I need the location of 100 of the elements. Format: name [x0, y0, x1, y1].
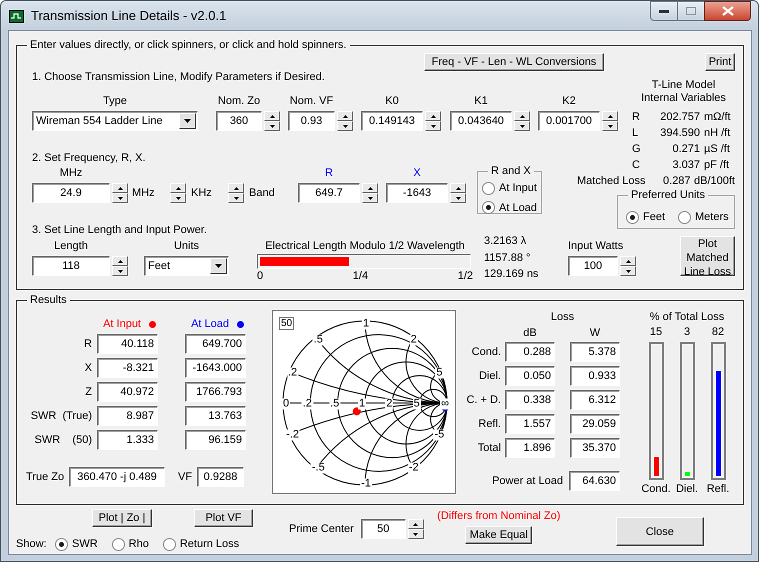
row-label: Total — [476, 440, 501, 456]
parameter-field[interactable]: 360 — [216, 111, 262, 131]
app-icon — [9, 10, 24, 23]
scale-label: 0 — [257, 270, 264, 283]
spin-down-button[interactable] — [264, 121, 280, 131]
model-title: T-Line Model Internal Variables — [640, 79, 727, 105]
spin-up-button[interactable] — [170, 183, 186, 193]
smith-scale-label: .2 — [286, 368, 298, 379]
spin-up-button[interactable] — [362, 183, 378, 193]
loss-field: 6.312 — [570, 390, 620, 410]
down-arrow-icon — [118, 270, 122, 272]
power-at-load-field: 64.630 — [569, 471, 620, 491]
parameter-field[interactable]: 0.149143 — [361, 111, 423, 131]
field-label: Prime Center — [289, 522, 354, 537]
prime-center-field[interactable]: 50 — [360, 519, 406, 539]
down-arrow-icon — [176, 196, 180, 200]
make-equal-button[interactable]: Make Equal — [465, 526, 532, 544]
spin-up-button[interactable] — [228, 183, 244, 193]
parameter-field[interactable]: 0.93 — [288, 111, 335, 131]
vf-field: 0.9288 — [197, 467, 244, 487]
down-arrow-icon — [430, 124, 436, 128]
smith-scale-label: -2 — [408, 462, 420, 474]
variable-unit: nH /ft — [704, 126, 730, 141]
radio-option[interactable]: Rho — [112, 537, 149, 551]
loss-field: 5.378 — [570, 342, 620, 362]
smith-scale-label: 2 — [385, 398, 394, 410]
line-type-dropdown[interactable]: Wireman 554 Ladder Line — [32, 111, 198, 131]
spin-down-button[interactable] — [228, 193, 244, 203]
step-heading: 3. Set Line Length and Input Power. — [32, 223, 208, 237]
down-arrow-icon — [608, 124, 612, 128]
impedance-field[interactable]: -1643 — [386, 183, 448, 203]
spin-down-button[interactable] — [112, 193, 128, 203]
result-field: 13.763 — [185, 406, 246, 426]
down-arrow-icon — [368, 196, 372, 200]
spin-up-button[interactable] — [112, 183, 128, 193]
plot-vf-button[interactable]: Plot VF — [194, 509, 253, 527]
parameter-field[interactable]: 0.043640 — [450, 111, 512, 131]
maximize-button[interactable] — [678, 1, 704, 21]
minimize-icon — [659, 10, 669, 12]
spin-up-button[interactable] — [264, 111, 280, 121]
plot-zo-button[interactable]: Plot | Zo | — [92, 509, 152, 527]
row-label: C. + D. — [466, 392, 501, 408]
spin-down-button[interactable] — [337, 121, 353, 131]
spin-up-button[interactable] — [112, 256, 128, 266]
radio-option[interactable]: Return Loss — [162, 537, 240, 551]
radio-option[interactable]: At Input — [482, 180, 541, 196]
result-field: -1643.000 — [185, 358, 246, 378]
plot-matched-loss-button[interactable]: Plot Matched Line Loss — [680, 236, 735, 276]
input-watts-field[interactable]: 100 — [568, 256, 618, 276]
print-button[interactable]: Print — [705, 53, 735, 71]
spin-down-button[interactable] — [602, 121, 618, 131]
dropdown-button[interactable] — [179, 113, 196, 129]
loss-field: 0.933 — [570, 366, 620, 386]
spin-up-button[interactable] — [620, 256, 636, 266]
field-label: K2 — [561, 95, 577, 108]
spin-up-button[interactable] — [450, 183, 466, 193]
spin-down-button[interactable] — [408, 529, 424, 539]
down-arrow-icon — [626, 270, 630, 272]
down-arrow-icon — [342, 124, 348, 128]
spin-up-button[interactable] — [425, 111, 441, 121]
up-arrow-icon — [342, 114, 348, 118]
spin-down-button[interactable] — [425, 121, 441, 131]
row-label: Refl. — [477, 416, 501, 432]
spin-down-button[interactable] — [514, 121, 530, 131]
units-dropdown[interactable]: Feet — [144, 256, 229, 276]
spin-up-button[interactable] — [514, 111, 530, 121]
scale-label: 1/2 — [458, 270, 473, 283]
close-button[interactable] — [704, 1, 751, 21]
close-dialog-button[interactable]: Close — [616, 517, 704, 546]
field-label: Length — [53, 240, 89, 253]
variable-name: R — [632, 110, 641, 125]
radio-option[interactable]: Feet — [626, 207, 666, 228]
spin-down-button[interactable] — [450, 193, 466, 203]
spin-up-button[interactable] — [602, 111, 618, 121]
radio-option[interactable]: Meters — [678, 207, 729, 228]
conversions-button[interactable]: Freq - VF - Len - WL Conversions — [424, 53, 604, 71]
radio-option[interactable]: SWR — [55, 537, 98, 551]
frequency-field[interactable]: 24.9 — [32, 183, 110, 203]
parameter-field[interactable]: 0.001700 — [538, 111, 600, 131]
variable-value: 202.757 — [659, 110, 700, 125]
length-field[interactable]: 118 — [32, 256, 110, 276]
minimize-button[interactable] — [650, 1, 678, 21]
spin-up-button[interactable] — [337, 111, 353, 121]
spin-down-button[interactable] — [362, 193, 378, 203]
dropdown-button[interactable] — [210, 258, 227, 274]
impedance-field[interactable]: 649.7 — [298, 183, 360, 203]
smith-scale-label: 0 — [282, 398, 290, 410]
spin-down-button[interactable] — [620, 266, 636, 276]
caret-icon — [215, 264, 222, 268]
spin-down-button[interactable] — [170, 193, 186, 203]
variable-name: C — [632, 158, 641, 173]
loss-field: 1.557 — [505, 414, 555, 434]
step-heading: 2. Set Frequency, R, X. — [32, 151, 147, 165]
loss-field: 0.288 — [505, 342, 555, 362]
smith-scale-label: 5 — [412, 398, 421, 410]
radio-option[interactable]: At Load — [482, 200, 541, 216]
spin-down-button[interactable] — [112, 266, 128, 276]
field-label: Type — [102, 95, 128, 108]
spin-up-button[interactable] — [408, 519, 424, 529]
row-label: X — [84, 360, 92, 376]
